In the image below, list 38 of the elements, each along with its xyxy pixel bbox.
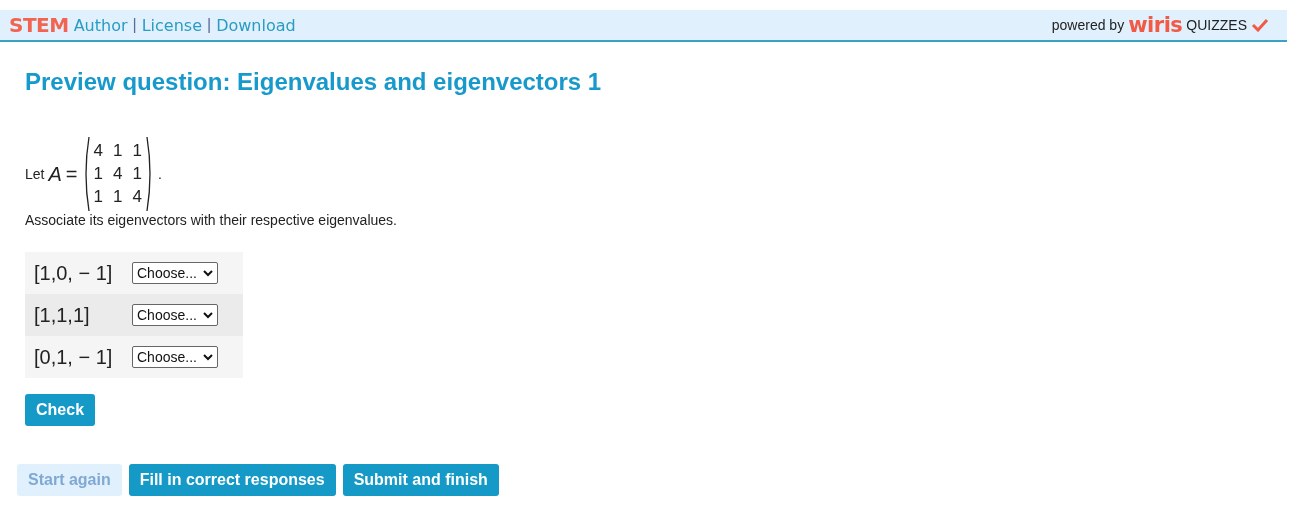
variable: A	[48, 162, 62, 186]
separator: |	[207, 16, 212, 34]
checkmark-icon	[1251, 18, 1269, 32]
equals-sign: =	[65, 162, 78, 186]
action-button[interactable]: Fill in correct responses	[128, 464, 336, 496]
nav-link[interactable]: Author	[73, 15, 128, 35]
nav-link[interactable]: Download	[216, 15, 296, 35]
chevron-down-icon	[202, 269, 213, 277]
logo-text: wiris	[1128, 13, 1183, 37]
vector-label: [1,0, − 1]	[34, 261, 114, 285]
vector-label: [0,1, − 1]	[34, 345, 114, 369]
period: .	[157, 166, 162, 182]
matrix-entry: 4	[132, 187, 142, 207]
matrix-entry: 1	[132, 164, 142, 184]
brand-name: STEM	[9, 13, 69, 37]
right-parenthesis-icon	[145, 136, 154, 212]
powered-by-text: powered by	[1051, 17, 1125, 33]
choice-dropdown[interactable]: Choose...	[132, 262, 218, 284]
check-button[interactable]: Check	[25, 394, 96, 426]
action-button[interactable]: Submit and finish	[342, 464, 499, 496]
matrix-entry: 4	[112, 164, 123, 184]
matrix-entry: 1	[112, 187, 123, 207]
vector-label: [1,1,1]	[34, 303, 91, 327]
product-name: QUIZZES	[1186, 17, 1247, 33]
separator: |	[132, 16, 137, 34]
chevron-down-icon	[202, 311, 213, 319]
nav-link[interactable]: License	[141, 15, 202, 35]
matrix-entry: 1	[93, 187, 103, 207]
matrix-entry: 4	[93, 141, 103, 161]
chevron-down-icon	[202, 353, 213, 361]
matrix-entry: 1	[93, 164, 103, 184]
matrix-entry: 1	[112, 141, 123, 161]
choice-dropdown[interactable]: Choose...	[132, 304, 218, 326]
matrix-entry: 1	[132, 141, 142, 161]
let-text: Let	[25, 166, 45, 182]
instruction-text: Associate its eigenvectors with their respective eigenvalues.	[25, 212, 398, 228]
choice-dropdown[interactable]: Choose...	[132, 346, 218, 368]
page-title: Preview question: Eigenvalues and eigenvectors 1	[25, 68, 603, 96]
